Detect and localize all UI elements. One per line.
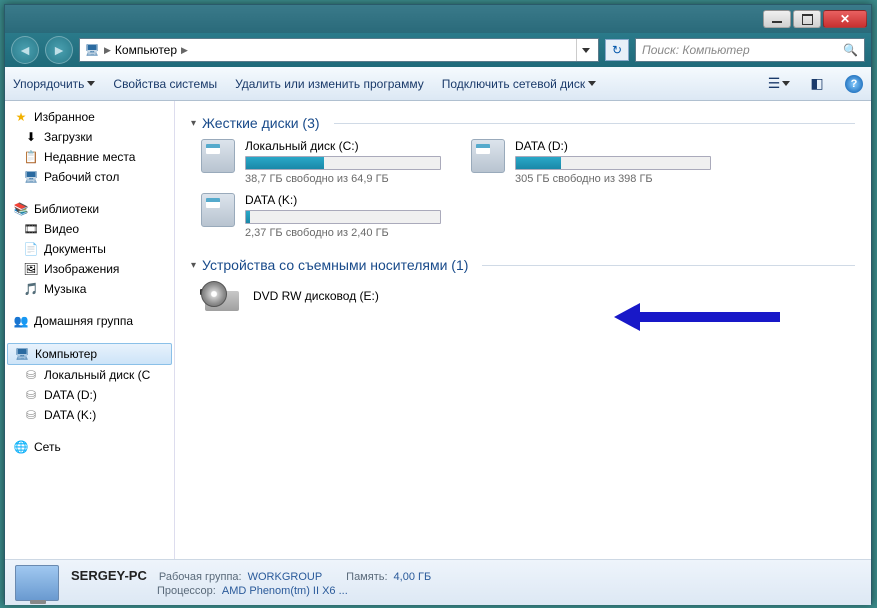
capacity-bar xyxy=(245,156,441,170)
drive-label: DATA (D:) xyxy=(515,139,711,153)
breadcrumb-computer[interactable]: Компьютер xyxy=(115,43,177,57)
address-dropdown[interactable] xyxy=(576,39,594,61)
sidebar-downloads[interactable]: ⬇Загрузки xyxy=(5,127,174,147)
drive-icon xyxy=(471,139,505,173)
video-icon: 🎞 xyxy=(23,221,39,237)
sidebar-network[interactable]: 🌐Сеть xyxy=(5,437,174,457)
section-removable[interactable]: ▾ Устройства со съемными носителями (1) xyxy=(191,257,855,273)
drive-label: DVD RW дисковод (E:) xyxy=(253,289,379,303)
computer-icon: 🖥 xyxy=(84,42,100,58)
computer-large-icon xyxy=(15,565,59,601)
sidebar-homegroup[interactable]: 👥Домашняя группа xyxy=(5,311,174,331)
desktop-icon: 🖥 xyxy=(23,169,39,185)
refresh-button[interactable]: ↻ xyxy=(605,39,629,61)
uninstall-program-button[interactable]: Удалить или изменить программу xyxy=(235,77,424,91)
back-button[interactable]: ◄ xyxy=(11,36,39,64)
view-options-button[interactable]: ☰ xyxy=(769,74,789,94)
drive-freespace: 38,7 ГБ свободно из 64,9 ГБ xyxy=(245,173,441,185)
drive-k[interactable]: DATA (K:) 2,37 ГБ свободно из 2,40 ГБ xyxy=(201,193,441,239)
cpu-value: AMD Phenom(tm) II X6 ... xyxy=(222,585,348,597)
sidebar-desktop[interactable]: 🖥Рабочий стол xyxy=(5,167,174,187)
drive-icon xyxy=(201,193,235,227)
pictures-icon: 🖼 xyxy=(23,261,39,277)
drive-dvd[interactable]: DVD DVD RW дисковод (E:) xyxy=(201,281,441,315)
memory-label: Память: xyxy=(346,571,387,583)
section-hard-drives[interactable]: ▾ Жесткие диски (3) xyxy=(191,115,855,131)
address-bar[interactable]: 🖥 ▶ Компьютер ▶ xyxy=(79,38,599,62)
dvd-drive-icon: DVD xyxy=(201,281,243,315)
drive-icon xyxy=(201,139,235,173)
network-icon: 🌐 xyxy=(13,439,29,455)
sidebar-libraries[interactable]: 📚Библиотеки xyxy=(5,199,174,219)
annotation-arrow xyxy=(615,303,780,331)
command-bar: Упорядочить Свойства системы Удалить или… xyxy=(5,67,871,101)
titlebar: ✕ xyxy=(5,5,871,33)
computer-name: SERGEY-PC xyxy=(71,568,147,583)
drive-icon: ⛁ xyxy=(23,407,39,423)
drive-freespace: 305 ГБ свободно из 398 ГБ xyxy=(515,173,711,185)
collapse-icon: ▾ xyxy=(191,260,196,271)
details-pane: SERGEY-PC Рабочая группа: WORKGROUP Памя… xyxy=(5,559,871,605)
recent-icon: 📋 xyxy=(23,149,39,165)
document-icon: 📄 xyxy=(23,241,39,257)
search-input[interactable]: Поиск: Компьютер 🔍 xyxy=(635,38,865,62)
drive-d[interactable]: DATA (D:) 305 ГБ свободно из 398 ГБ xyxy=(471,139,711,185)
sidebar-drive-c[interactable]: ⛁Локальный диск (C xyxy=(5,365,174,385)
drive-label: DATA (K:) xyxy=(245,193,441,207)
drive-label: Локальный диск (C:) xyxy=(245,139,441,153)
map-network-drive-button[interactable]: Подключить сетевой диск xyxy=(442,77,596,91)
memory-value: 4,00 ГБ xyxy=(394,571,432,583)
sidebar-video[interactable]: 🎞Видео xyxy=(5,219,174,239)
cpu-label: Процессор: xyxy=(157,585,216,597)
system-properties-button[interactable]: Свойства системы xyxy=(113,77,217,91)
capacity-bar xyxy=(245,210,441,224)
libraries-icon: 📚 xyxy=(13,201,29,217)
computer-icon: 🖥 xyxy=(14,346,30,362)
nav-row: ◄ ► 🖥 ▶ Компьютер ▶ ↻ Поиск: Компьютер 🔍 xyxy=(5,33,871,67)
chevron-right-icon: ▶ xyxy=(181,45,188,56)
capacity-bar xyxy=(515,156,711,170)
forward-button[interactable]: ► xyxy=(45,36,73,64)
star-icon: ★ xyxy=(13,109,29,125)
collapse-icon: ▾ xyxy=(191,118,196,129)
nav-pane: ★Избранное ⬇Загрузки 📋Недавние места 🖥Ра… xyxy=(5,101,175,559)
organize-menu[interactable]: Упорядочить xyxy=(13,77,95,91)
homegroup-icon: 👥 xyxy=(13,313,29,329)
maximize-button[interactable] xyxy=(793,10,821,28)
sidebar-drive-k[interactable]: ⛁DATA (K:) xyxy=(5,405,174,425)
sidebar-documents[interactable]: 📄Документы xyxy=(5,239,174,259)
sidebar-recent[interactable]: 📋Недавние места xyxy=(5,147,174,167)
workgroup-value: WORKGROUP xyxy=(248,571,323,583)
chevron-right-icon: ▶ xyxy=(104,45,111,56)
content-pane: ▾ Жесткие диски (3) Локальный диск (C:) … xyxy=(175,101,871,559)
help-icon[interactable]: ? xyxy=(845,75,863,93)
preview-pane-button[interactable]: ◧ xyxy=(807,74,827,94)
search-icon: 🔍 xyxy=(843,43,858,57)
workgroup-label: Рабочая группа: xyxy=(159,571,242,583)
sidebar-favorites[interactable]: ★Избранное xyxy=(5,107,174,127)
download-icon: ⬇ xyxy=(23,129,39,145)
sidebar-computer[interactable]: 🖥Компьютер xyxy=(7,343,172,365)
minimize-button[interactable] xyxy=(763,10,791,28)
drive-c[interactable]: Локальный диск (C:) 38,7 ГБ свободно из … xyxy=(201,139,441,185)
search-placeholder: Поиск: Компьютер xyxy=(642,43,750,57)
drive-icon: ⛁ xyxy=(23,367,39,383)
drive-freespace: 2,37 ГБ свободно из 2,40 ГБ xyxy=(245,227,441,239)
sidebar-drive-d[interactable]: ⛁DATA (D:) xyxy=(5,385,174,405)
sidebar-music[interactable]: 🎵Музыка xyxy=(5,279,174,299)
drive-icon: ⛁ xyxy=(23,387,39,403)
explorer-window: ✕ ◄ ► 🖥 ▶ Компьютер ▶ ↻ Поиск: Компьютер… xyxy=(4,4,872,604)
sidebar-pictures[interactable]: 🖼Изображения xyxy=(5,259,174,279)
close-button[interactable]: ✕ xyxy=(823,10,867,28)
body: ★Избранное ⬇Загрузки 📋Недавние места 🖥Ра… xyxy=(5,101,871,559)
music-icon: 🎵 xyxy=(23,281,39,297)
